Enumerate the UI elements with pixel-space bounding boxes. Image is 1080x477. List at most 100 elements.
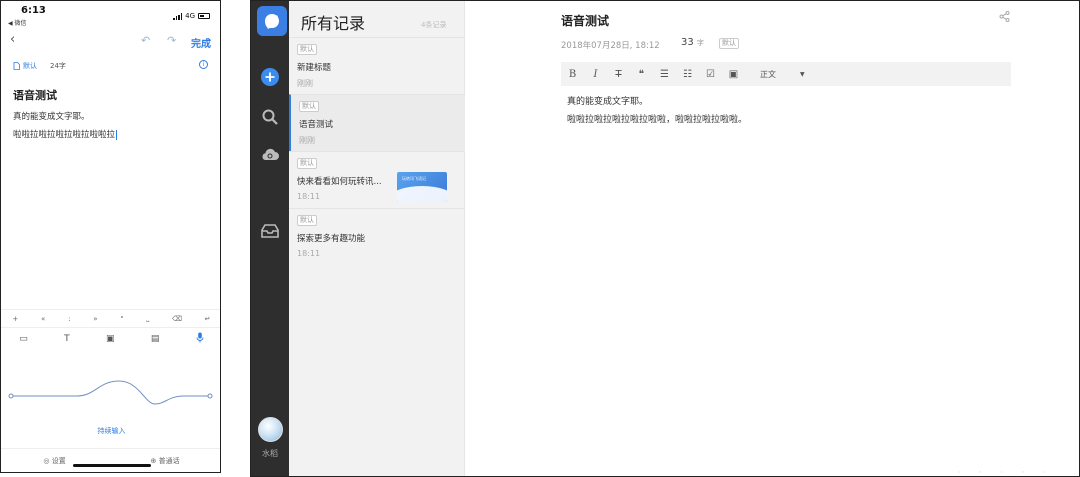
note-item-title: 探索更多有趣功能 [297, 234, 366, 244]
note-list-item[interactable]: 默认 探索更多有趣功能 18:11 [289, 208, 465, 265]
editor-title[interactable]: 语音测试 [561, 12, 609, 29]
key-space[interactable]: ⎵ [146, 314, 149, 323]
new-note-button[interactable] [251, 67, 289, 87]
microphone-icon[interactable] [196, 332, 204, 346]
note-item-title: 语音测试 [299, 120, 334, 130]
inbox-icon [261, 224, 279, 238]
list-count: 4条记录 [421, 21, 447, 29]
language-label: 普通话 [158, 456, 180, 465]
word-count-number: 33 [681, 37, 694, 48]
note-list-item-selected[interactable]: 默认 语音测试 刚刚 [289, 94, 465, 151]
note-list-item[interactable]: 默认 新建标题 刚刚 [289, 37, 465, 94]
search-button[interactable] [251, 108, 289, 126]
user-avatar[interactable] [258, 417, 283, 442]
chat-icon[interactable]: ▣ [106, 334, 115, 344]
signal-icon [173, 12, 183, 20]
key-quote[interactable]: " [120, 315, 123, 323]
status-time: 6:13 [21, 5, 46, 16]
insert-image-button[interactable]: ▣ [722, 69, 745, 80]
done-button[interactable]: 完成 [191, 35, 211, 50]
sidebar-rail: 水稻 [251, 1, 289, 476]
settings-label: 设置 [51, 456, 66, 465]
notebook-tag: 默认 [297, 44, 317, 55]
home-indicator[interactable] [73, 464, 151, 467]
input-tool-row: ▭ T ▣ ▤ [1, 327, 220, 349]
bullet-list-button[interactable]: ☰ [653, 69, 676, 80]
network-label: 4G [185, 12, 195, 20]
share-icon[interactable] [999, 11, 1010, 25]
format-toolbar: B I T ❝ ☰ ☷ ☑ ▣ 正文 ▼ [561, 62, 1011, 86]
numbered-list-button[interactable]: ☷ [676, 69, 699, 80]
text-cursor [116, 129, 118, 140]
list-title: 所有记录 [301, 14, 366, 33]
notebook-selector[interactable]: 默认 [23, 61, 37, 71]
key-plus[interactable]: + [12, 315, 18, 323]
notebook-tag: 默认 [299, 101, 319, 112]
settings-button[interactable]: ◎ 设置 [43, 456, 65, 466]
note-item-title: 快来看看如何玩转讯... [297, 177, 382, 187]
card-icon[interactable]: ▤ [151, 334, 160, 344]
phone-screen: 6:13 ◀ 微信 4G ‹ ↶ ↷ 完成 默认 24字 i 语音测试 真的能变… [0, 0, 221, 473]
user-name: 水稻 [262, 449, 278, 458]
note-thumbnail: 玩转讯飞语记 [397, 172, 447, 202]
key-enter-icon[interactable]: ↵ [205, 315, 211, 323]
editor-body-line[interactable]: 啦啦拉啦拉啦拉啦拉啦啦，啦啦拉啦拉啦啦。 [567, 112, 747, 125]
note-title[interactable]: 语音测试 [13, 87, 57, 103]
key-left-quote[interactable]: « [41, 315, 45, 323]
note-item-title: 新建标题 [297, 63, 332, 73]
strikethrough-button[interactable]: T [607, 69, 630, 80]
note-body-line[interactable]: 真的能变成文字耶。 [13, 110, 90, 122]
voice-bottom-bar: ◎ 设置 ⊕ 普通话 [1, 448, 220, 472]
note-meta: 默认 24字 [13, 61, 66, 71]
language-button[interactable]: ⊕ 普通话 [151, 456, 180, 466]
redo-icon[interactable]: ↷ [167, 34, 176, 47]
voice-waveform [8, 380, 213, 405]
document-icon [13, 62, 20, 70]
notebook-tag: 默认 [297, 215, 317, 226]
note-body-line-active[interactable]: 啦啦拉啦拉啦拉啦拉啦啦拉 [13, 128, 118, 140]
bold-button[interactable]: B [561, 69, 584, 80]
quote-button[interactable]: ❝ [630, 69, 653, 80]
editor-footer-icons: ◦ ◦ ◦ ◦ ◦ [957, 469, 1055, 476]
undo-icon[interactable]: ↶ [141, 34, 150, 47]
editor-word-count: 33 字 [681, 37, 704, 48]
note-body-text: 啦啦拉啦拉啦拉啦拉啦啦拉 [13, 130, 116, 140]
status-indicators: 4G [173, 12, 210, 20]
note-list-item[interactable]: 默认 快来看看如何玩转讯... 18:11 玩转讯飞语记 [289, 151, 465, 208]
thumbnail-caption: 玩转讯飞语记 [402, 176, 426, 181]
key-right-quote[interactable]: » [93, 315, 97, 323]
word-count: 24字 [50, 62, 66, 70]
note-item-time: 刚刚 [297, 79, 313, 88]
paragraph-style-select[interactable]: 正文 [760, 69, 800, 80]
archive-button[interactable] [251, 223, 289, 239]
status-back-to-app[interactable]: ◀ 微信 [8, 18, 27, 27]
chevron-down-icon[interactable]: ▼ [800, 71, 805, 78]
note-editor: 语音测试 2018年07月28日, 18:12 33 字 默认 B I T ❝ … [465, 1, 1079, 476]
editor-body-line[interactable]: 真的能变成文字耶。 [567, 94, 648, 107]
key-backspace-icon[interactable]: ⌫ [172, 315, 182, 323]
back-icon[interactable]: ‹ [10, 32, 15, 47]
key-colon[interactable]: : [68, 315, 70, 323]
note-item-time: 18:11 [297, 249, 321, 258]
plus-icon [261, 68, 279, 86]
battery-icon [198, 13, 210, 19]
text-format-icon[interactable]: T [64, 334, 70, 344]
editor-notebook-tag[interactable]: 默认 [719, 38, 739, 49]
notebook-tag: 默认 [297, 158, 317, 169]
app-logo-icon [257, 6, 287, 36]
listening-status: 持续输入 [97, 427, 126, 435]
desktop-window: 水稻 所有记录 4条记录 默认 新建标题 刚刚 默认 语音测试 刚刚 默认 快来… [250, 0, 1080, 477]
editor-date: 2018年07月28日, 18:12 [561, 41, 660, 51]
symbol-key-row: + « : » " ⎵ ⌫ ↵ [1, 309, 220, 327]
search-icon [262, 109, 278, 125]
info-icon[interactable]: i [199, 60, 208, 69]
note-item-time: 刚刚 [299, 136, 315, 145]
word-count-unit: 字 [696, 39, 704, 47]
checkbox-button[interactable]: ☑ [699, 69, 722, 80]
sync-button[interactable] [251, 147, 289, 163]
cloud-sync-icon [262, 148, 279, 160]
note-list-panel: 所有记录 4条记录 默认 新建标题 刚刚 默认 语音测试 刚刚 默认 快来看看如… [289, 1, 465, 476]
note-item-time: 18:11 [297, 192, 321, 201]
image-icon[interactable]: ▭ [19, 334, 28, 344]
italic-button[interactable]: I [584, 69, 607, 80]
